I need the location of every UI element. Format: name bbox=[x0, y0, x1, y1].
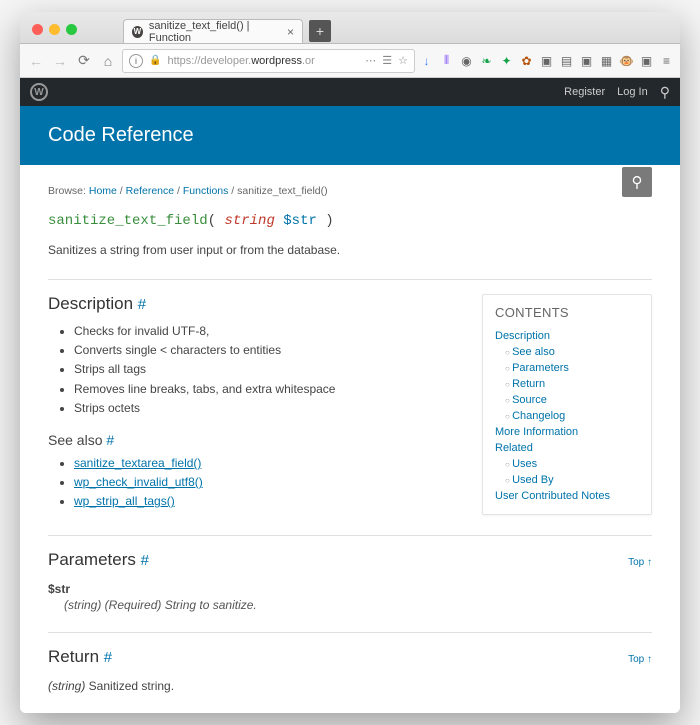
reader-icon[interactable]: ☰ bbox=[382, 54, 392, 67]
window-controls bbox=[28, 24, 83, 43]
toc-link[interactable]: Source bbox=[505, 392, 639, 408]
site-info-icon[interactable]: i bbox=[129, 54, 143, 68]
description-heading: Description # bbox=[48, 294, 462, 314]
new-tab-button[interactable]: + bbox=[309, 20, 331, 42]
search-icon[interactable]: ⚲ bbox=[660, 84, 670, 101]
ext-icon[interactable]: ▣ bbox=[579, 53, 594, 68]
see-also-heading: See also # bbox=[48, 432, 462, 448]
browser-tab-bar: W sanitize_text_field() | Function × + bbox=[20, 12, 680, 44]
wordpress-admin-bar: W Register Log In ⚲ bbox=[20, 78, 680, 106]
toc-link[interactable]: Changelog bbox=[505, 408, 639, 424]
menu-icon[interactable]: ≡ bbox=[659, 53, 674, 68]
crumb-reference[interactable]: Reference bbox=[126, 185, 174, 197]
top-link[interactable]: Top ↑ bbox=[628, 654, 652, 665]
toc-link[interactable]: Related bbox=[495, 440, 639, 456]
wordpress-favicon: W bbox=[132, 26, 143, 38]
contents-title: CONTENTS bbox=[495, 305, 639, 320]
breadcrumb: Browse: Home / Reference / Functions / s… bbox=[48, 185, 652, 197]
anchor-link[interactable]: # bbox=[141, 552, 149, 569]
register-link[interactable]: Register bbox=[564, 86, 605, 98]
see-also-link[interactable]: sanitize_textarea_field() bbox=[74, 456, 201, 470]
ext-icon[interactable]: ✿ bbox=[519, 53, 534, 68]
wordpress-logo-icon[interactable]: W bbox=[30, 83, 48, 101]
url-bar[interactable]: i 🔒 https://developer.wordpress.or ⋯ ☰ ☆ bbox=[122, 49, 415, 73]
top-link[interactable]: Top ↑ bbox=[628, 557, 652, 568]
maximize-window-button[interactable] bbox=[66, 24, 77, 35]
bookmark-icon[interactable]: ☆ bbox=[398, 54, 408, 67]
anchor-link[interactable]: # bbox=[106, 432, 114, 448]
toc-link[interactable]: Parameters bbox=[505, 360, 639, 376]
toc-link[interactable]: Description bbox=[495, 328, 639, 344]
parameters-heading: Parameters # bbox=[48, 550, 149, 570]
lock-icon: 🔒 bbox=[149, 55, 161, 66]
crumb-functions[interactable]: Functions bbox=[183, 185, 229, 197]
description-list: Checks for invalid UTF-8, Converts singl… bbox=[48, 322, 462, 418]
toc-link[interactable]: User Contributed Notes bbox=[495, 488, 639, 504]
browser-toolbar: ← → ⟳ ⌂ i 🔒 https://developer.wordpress.… bbox=[20, 44, 680, 78]
summary-text: Sanitizes a string from user input or fr… bbox=[48, 243, 652, 257]
download-icon[interactable]: ↓ bbox=[419, 53, 434, 68]
toc-link[interactable]: Uses bbox=[505, 456, 639, 472]
reader-mode-icon[interactable]: ⋯ bbox=[365, 54, 376, 67]
ext-icon[interactable]: ▣ bbox=[639, 53, 654, 68]
return-value: (string) Sanitized string. bbox=[48, 679, 652, 693]
function-signature: sanitize_text_field( string $str ) bbox=[48, 213, 652, 229]
list-item: Converts single < characters to entities bbox=[74, 341, 462, 360]
login-link[interactable]: Log In bbox=[617, 86, 648, 98]
divider bbox=[48, 632, 652, 633]
toc-link[interactable]: Return bbox=[505, 376, 639, 392]
ext-icon[interactable]: ⦀ bbox=[439, 53, 454, 68]
see-also-list: sanitize_textarea_field() wp_check_inval… bbox=[48, 454, 462, 512]
toc-link[interactable]: See also bbox=[505, 344, 639, 360]
return-heading: Return # bbox=[48, 647, 112, 667]
see-also-link[interactable]: wp_check_invalid_utf8() bbox=[74, 475, 203, 489]
toc-link[interactable]: More Information bbox=[495, 424, 639, 440]
search-button[interactable]: ⚲ bbox=[622, 167, 652, 197]
tab-title: sanitize_text_field() | Function bbox=[149, 20, 281, 44]
list-item: Strips octets bbox=[74, 399, 462, 418]
ext-icon[interactable]: 🐵 bbox=[619, 53, 634, 68]
close-window-button[interactable] bbox=[32, 24, 43, 35]
contents-sidebar: CONTENTS Description See also Parameters… bbox=[482, 294, 652, 515]
extension-icons: ↓ ⦀ ◉ ❧ ✦ ✿ ▣ ▤ ▣ ▦ 🐵 ▣ ≡ bbox=[419, 53, 674, 68]
ext-icon[interactable]: ▤ bbox=[559, 53, 574, 68]
anchor-link[interactable]: # bbox=[104, 649, 112, 666]
list-item: Removes line breaks, tabs, and extra whi… bbox=[74, 380, 462, 399]
see-also-link[interactable]: wp_strip_all_tags() bbox=[74, 494, 175, 508]
toc-link[interactable]: Used By bbox=[505, 472, 639, 488]
parameter-item: $str (string) (Required) String to sanit… bbox=[48, 582, 652, 612]
crumb-current: sanitize_text_field() bbox=[237, 185, 327, 197]
ext-icon[interactable]: ✦ bbox=[499, 53, 514, 68]
browser-tab[interactable]: W sanitize_text_field() | Function × bbox=[123, 19, 303, 43]
page-hero: Code Reference bbox=[20, 106, 680, 165]
home-button[interactable]: ⌂ bbox=[98, 51, 118, 71]
close-tab-button[interactable]: × bbox=[287, 26, 294, 38]
list-item: Strips all tags bbox=[74, 360, 462, 379]
list-item: Checks for invalid UTF-8, bbox=[74, 322, 462, 341]
param-name: $str bbox=[48, 582, 70, 596]
ext-icon[interactable]: ▣ bbox=[539, 53, 554, 68]
divider bbox=[48, 535, 652, 536]
anchor-link[interactable]: # bbox=[138, 296, 146, 313]
forward-button[interactable]: → bbox=[50, 51, 70, 71]
ext-icon[interactable]: ◉ bbox=[459, 53, 474, 68]
hero-title: Code Reference bbox=[48, 124, 194, 146]
minimize-window-button[interactable] bbox=[49, 24, 60, 35]
reload-button[interactable]: ⟳ bbox=[74, 51, 94, 71]
divider bbox=[48, 279, 652, 280]
crumb-home[interactable]: Home bbox=[89, 185, 117, 197]
back-button[interactable]: ← bbox=[26, 51, 46, 71]
ext-icon[interactable]: ❧ bbox=[479, 53, 494, 68]
ext-icon[interactable]: ▦ bbox=[599, 53, 614, 68]
url-text: https://developer.wordpress.or bbox=[167, 55, 359, 67]
